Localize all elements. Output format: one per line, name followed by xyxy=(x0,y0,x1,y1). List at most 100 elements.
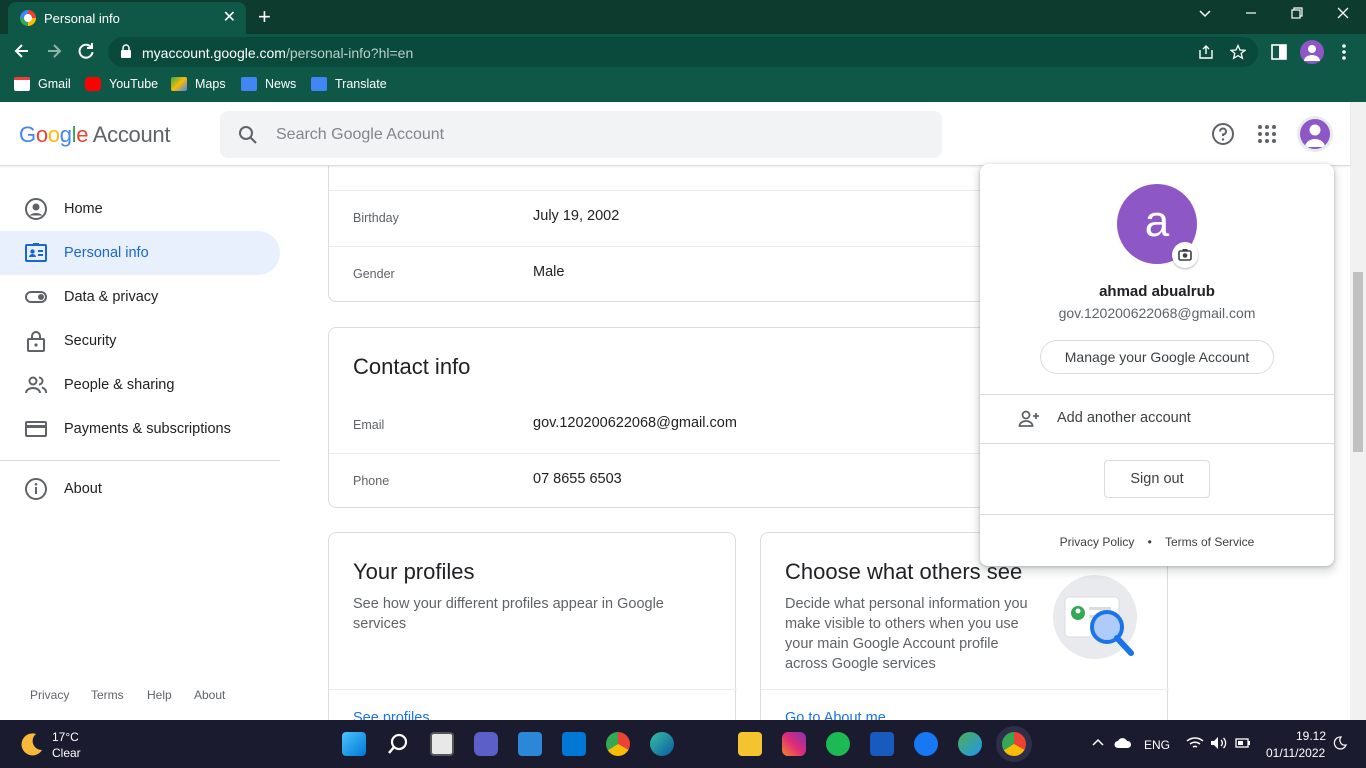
forward-arrow-icon[interactable] xyxy=(44,41,64,66)
windows-start-icon[interactable] xyxy=(342,732,366,756)
chrome-profile-taskbar-icon[interactable] xyxy=(1002,732,1026,756)
share-icon[interactable] xyxy=(1198,44,1214,65)
terms-of-service-link[interactable]: Terms of Service xyxy=(1165,535,1254,549)
tab-personal-info[interactable]: Personal info ✕ xyxy=(8,2,246,34)
clock-time[interactable]: 19.12 xyxy=(1296,729,1326,743)
show-hidden-icons-chevron-icon[interactable] xyxy=(1091,736,1105,753)
google-favicon-icon xyxy=(20,10,36,26)
clock-date[interactable]: 01/11/2022 xyxy=(1266,746,1325,760)
footer-help-link[interactable]: Help xyxy=(147,688,172,702)
moon-icon xyxy=(21,733,42,756)
sidebar-item-payments[interactable]: Payments & subscriptions xyxy=(0,407,280,451)
birthday-row[interactable]: Birthday July 19, 2002 xyxy=(329,191,1029,246)
people-icon xyxy=(25,376,48,394)
tab-search-chevron-icon[interactable] xyxy=(1197,5,1213,26)
edge-icon[interactable] xyxy=(650,732,674,756)
address-bar[interactable]: myaccount.google.com/personal-info?hl=en xyxy=(108,37,1258,67)
profile-avatar-icon[interactable] xyxy=(1300,40,1324,64)
apps-grid-icon[interactable] xyxy=(1255,122,1279,146)
sidebar-item-data-privacy[interactable]: Data & privacy xyxy=(0,275,280,319)
camera-icon[interactable] xyxy=(1172,242,1198,268)
choose-others-desc: Decide what personal information you mak… xyxy=(785,596,1028,672)
lock-icon[interactable] xyxy=(120,44,132,58)
sign-out-button[interactable]: Sign out xyxy=(1104,460,1210,498)
bookmark-maps[interactable]: Maps xyxy=(171,77,226,91)
chrome-menu-icon[interactable] xyxy=(1336,42,1352,67)
manage-account-button[interactable]: Manage your Google Account xyxy=(1040,340,1274,374)
footer-about-link[interactable]: About xyxy=(194,688,225,702)
chrome-taskbar-icon[interactable] xyxy=(606,732,630,756)
account-name: ahmad abualrub xyxy=(1099,283,1215,300)
taskbar-search-icon[interactable] xyxy=(386,732,410,756)
teams-chat-icon[interactable] xyxy=(474,732,498,756)
battery-icon[interactable] xyxy=(1235,737,1251,752)
sidebar-item-personal-info[interactable]: Personal info xyxy=(0,231,280,275)
footer-privacy-link[interactable]: Privacy xyxy=(30,688,69,702)
sidebar-item-about[interactable]: About xyxy=(0,467,280,511)
side-panel-icon[interactable] xyxy=(1270,43,1288,66)
task-view-icon[interactable] xyxy=(430,732,454,756)
bookmarks-bar: Gmail YouTube Maps News Translate xyxy=(0,70,1366,102)
bookmark-youtube[interactable]: YouTube xyxy=(85,77,158,91)
account-wordmark: Account xyxy=(92,122,171,147)
gender-row[interactable]: Gender Male xyxy=(329,247,1029,302)
notification-moon-icon[interactable] xyxy=(1333,736,1347,753)
search-box[interactable] xyxy=(220,111,942,158)
bookmark-label: YouTube xyxy=(109,77,159,91)
word-icon[interactable] xyxy=(870,732,894,756)
sidebar-item-people-sharing[interactable]: People & sharing xyxy=(0,363,280,407)
add-another-account-button[interactable]: Add another account xyxy=(980,395,1334,443)
footer-terms-link[interactable]: Terms xyxy=(91,688,124,702)
spotify-icon[interactable] xyxy=(826,732,850,756)
facebook-icon[interactable] xyxy=(914,732,938,756)
lock-icon xyxy=(27,331,45,352)
reload-icon[interactable] xyxy=(76,41,96,66)
bookmark-label: Translate xyxy=(335,77,387,91)
weather-widget[interactable]: 17°C Clear xyxy=(18,730,81,763)
language-indicator[interactable]: ENG xyxy=(1144,738,1170,752)
browser-toolbar: myaccount.google.com/personal-info?hl=en xyxy=(0,34,1366,70)
account-avatar-button[interactable] xyxy=(1297,116,1333,152)
phone-value: 07 8655 6503 xyxy=(533,471,622,487)
youtube-icon xyxy=(85,77,101,91)
onedrive-cloud-icon[interactable] xyxy=(1114,737,1132,752)
see-profiles-link[interactable]: See profiles xyxy=(353,710,430,720)
back-arrow-icon[interactable] xyxy=(12,41,32,66)
help-icon[interactable] xyxy=(1211,122,1235,146)
new-tab-button[interactable]: + xyxy=(258,4,271,30)
file-explorer-icon[interactable] xyxy=(738,732,762,756)
maps-app-icon[interactable] xyxy=(958,732,982,756)
search-icon[interactable] xyxy=(238,125,258,145)
sidebar-item-security[interactable]: Security xyxy=(0,319,280,363)
store-icon[interactable] xyxy=(518,732,542,756)
restore-icon[interactable] xyxy=(1289,5,1305,26)
card-icon xyxy=(25,421,47,437)
email-row[interactable]: Email gov.120200622068@gmail.com xyxy=(329,398,1029,453)
browser-tab-bar: Personal info ✕ + xyxy=(0,0,1366,34)
bookmark-translate[interactable]: Translate xyxy=(311,77,387,91)
page-scrollbar[interactable] xyxy=(1350,102,1366,720)
bookmark-news[interactable]: News xyxy=(241,77,296,91)
mail-icon[interactable] xyxy=(562,732,586,756)
your-profiles-desc: See how your different profiles appear i… xyxy=(353,596,664,632)
privacy-policy-link[interactable]: Privacy Policy xyxy=(1060,535,1135,549)
bookmark-star-icon[interactable] xyxy=(1229,43,1247,65)
popup-footer: Privacy Policy • Terms of Service xyxy=(980,535,1334,549)
email-label: Email xyxy=(353,418,385,432)
go-to-about-me-link[interactable]: Go to About me xyxy=(785,710,886,720)
minimize-icon[interactable] xyxy=(1243,5,1259,26)
scrollbar-thumb[interactable] xyxy=(1353,272,1363,452)
sidebar-item-home[interactable]: Home xyxy=(0,187,280,231)
search-input[interactable] xyxy=(276,123,876,147)
volume-icon[interactable] xyxy=(1210,736,1228,753)
wifi-icon[interactable] xyxy=(1186,736,1204,753)
footer-separator: • xyxy=(1147,535,1152,549)
email-value: gov.120200622068@gmail.com xyxy=(533,415,737,431)
phone-row[interactable]: Phone 07 8655 6503 xyxy=(329,454,1029,509)
instagram-icon[interactable] xyxy=(782,732,806,756)
tab-close-icon[interactable]: ✕ xyxy=(223,8,236,28)
google-account-logo[interactable]: Google Account xyxy=(19,122,170,148)
close-window-icon[interactable] xyxy=(1335,5,1351,26)
bookmark-gmail[interactable]: Gmail xyxy=(14,77,71,91)
maps-icon xyxy=(171,77,187,91)
